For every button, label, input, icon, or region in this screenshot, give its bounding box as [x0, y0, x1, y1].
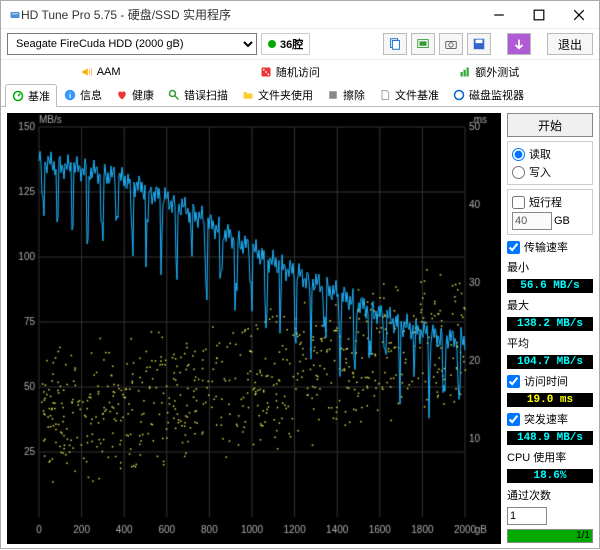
burst-value: 148.9 MB/s — [507, 431, 593, 445]
window-title: HD Tune Pro 5.75 - 硬盘/SSD 实用程序 — [21, 6, 479, 23]
temperature-display: 36腔 — [261, 33, 310, 55]
drive-select[interactable]: Seagate FireCuda HDD (2000 gB) — [7, 33, 257, 55]
close-button[interactable] — [559, 1, 599, 29]
passes-input[interactable] — [507, 507, 547, 525]
app-icon — [9, 9, 21, 21]
screenshot-button[interactable] — [411, 33, 435, 55]
monitor-icon — [453, 89, 465, 101]
search-icon — [168, 89, 180, 101]
file-icon — [379, 89, 391, 101]
copy-info-button[interactable] — [383, 33, 407, 55]
tab-health[interactable]: 健康 — [109, 83, 161, 106]
svg-text:i: i — [69, 91, 71, 100]
folder-icon — [242, 89, 254, 101]
chart-icon — [459, 66, 471, 78]
tab-folder[interactable]: 文件夹使用 — [235, 83, 320, 106]
avg-value: 104.7 MB/s — [507, 355, 593, 369]
start-button[interactable]: 开始 — [507, 113, 593, 137]
max-value: 138.2 MB/s — [507, 317, 593, 331]
access-check[interactable]: 访问时间 — [507, 373, 593, 389]
cpu-value: 18.6% — [507, 469, 593, 483]
write-radio[interactable]: 写入 — [512, 164, 588, 180]
tab-info[interactable]: i信息 — [57, 83, 109, 106]
save-button[interactable] — [467, 33, 491, 55]
cpu-label: CPU 使用率 — [507, 449, 593, 465]
tab-filebench[interactable]: 文件基准 — [372, 83, 446, 106]
temp-value: 36腔 — [280, 36, 303, 52]
options-button[interactable] — [507, 33, 531, 55]
exit-button[interactable]: 退出 — [547, 33, 593, 55]
shortstroke-check[interactable]: 短行程 — [512, 194, 588, 210]
extra-tests-link[interactable]: 额外测试 — [459, 64, 519, 80]
access-value: 19.0 ms — [507, 393, 593, 407]
speaker-icon — [81, 66, 93, 78]
shortstroke-input[interactable] — [512, 212, 552, 230]
temp-status-icon — [268, 40, 276, 48]
passes-label: 通过次数 — [507, 487, 593, 503]
burst-check[interactable]: 突发速率 — [507, 411, 593, 427]
tab-erase[interactable]: 擦除 — [320, 83, 372, 106]
avg-label: 平均 — [507, 335, 593, 351]
tab-errorscan[interactable]: 错误扫描 — [161, 83, 235, 106]
erase-icon — [327, 89, 339, 101]
maximize-button[interactable] — [519, 1, 559, 29]
gauge-icon — [12, 90, 24, 102]
health-icon — [116, 89, 128, 101]
benchmark-chart — [7, 113, 501, 544]
progress-bar: 1/1 — [507, 529, 593, 543]
tab-monitor[interactable]: 磁盘监视器 — [446, 83, 531, 106]
minimize-button[interactable] — [479, 1, 519, 29]
camera-button[interactable] — [439, 33, 463, 55]
dice-icon — [260, 66, 272, 78]
max-label: 最大 — [507, 297, 593, 313]
info-icon: i — [64, 89, 76, 101]
transferrate-check[interactable]: 传输速率 — [507, 239, 593, 255]
tab-benchmark[interactable]: 基准 — [5, 84, 57, 107]
read-radio[interactable]: 读取 — [512, 146, 588, 162]
min-value: 56.6 MB/s — [507, 279, 593, 293]
min-label: 最小 — [507, 259, 593, 275]
aam-link[interactable]: AAM — [81, 66, 121, 78]
random-access-link[interactable]: 随机访问 — [260, 64, 320, 80]
